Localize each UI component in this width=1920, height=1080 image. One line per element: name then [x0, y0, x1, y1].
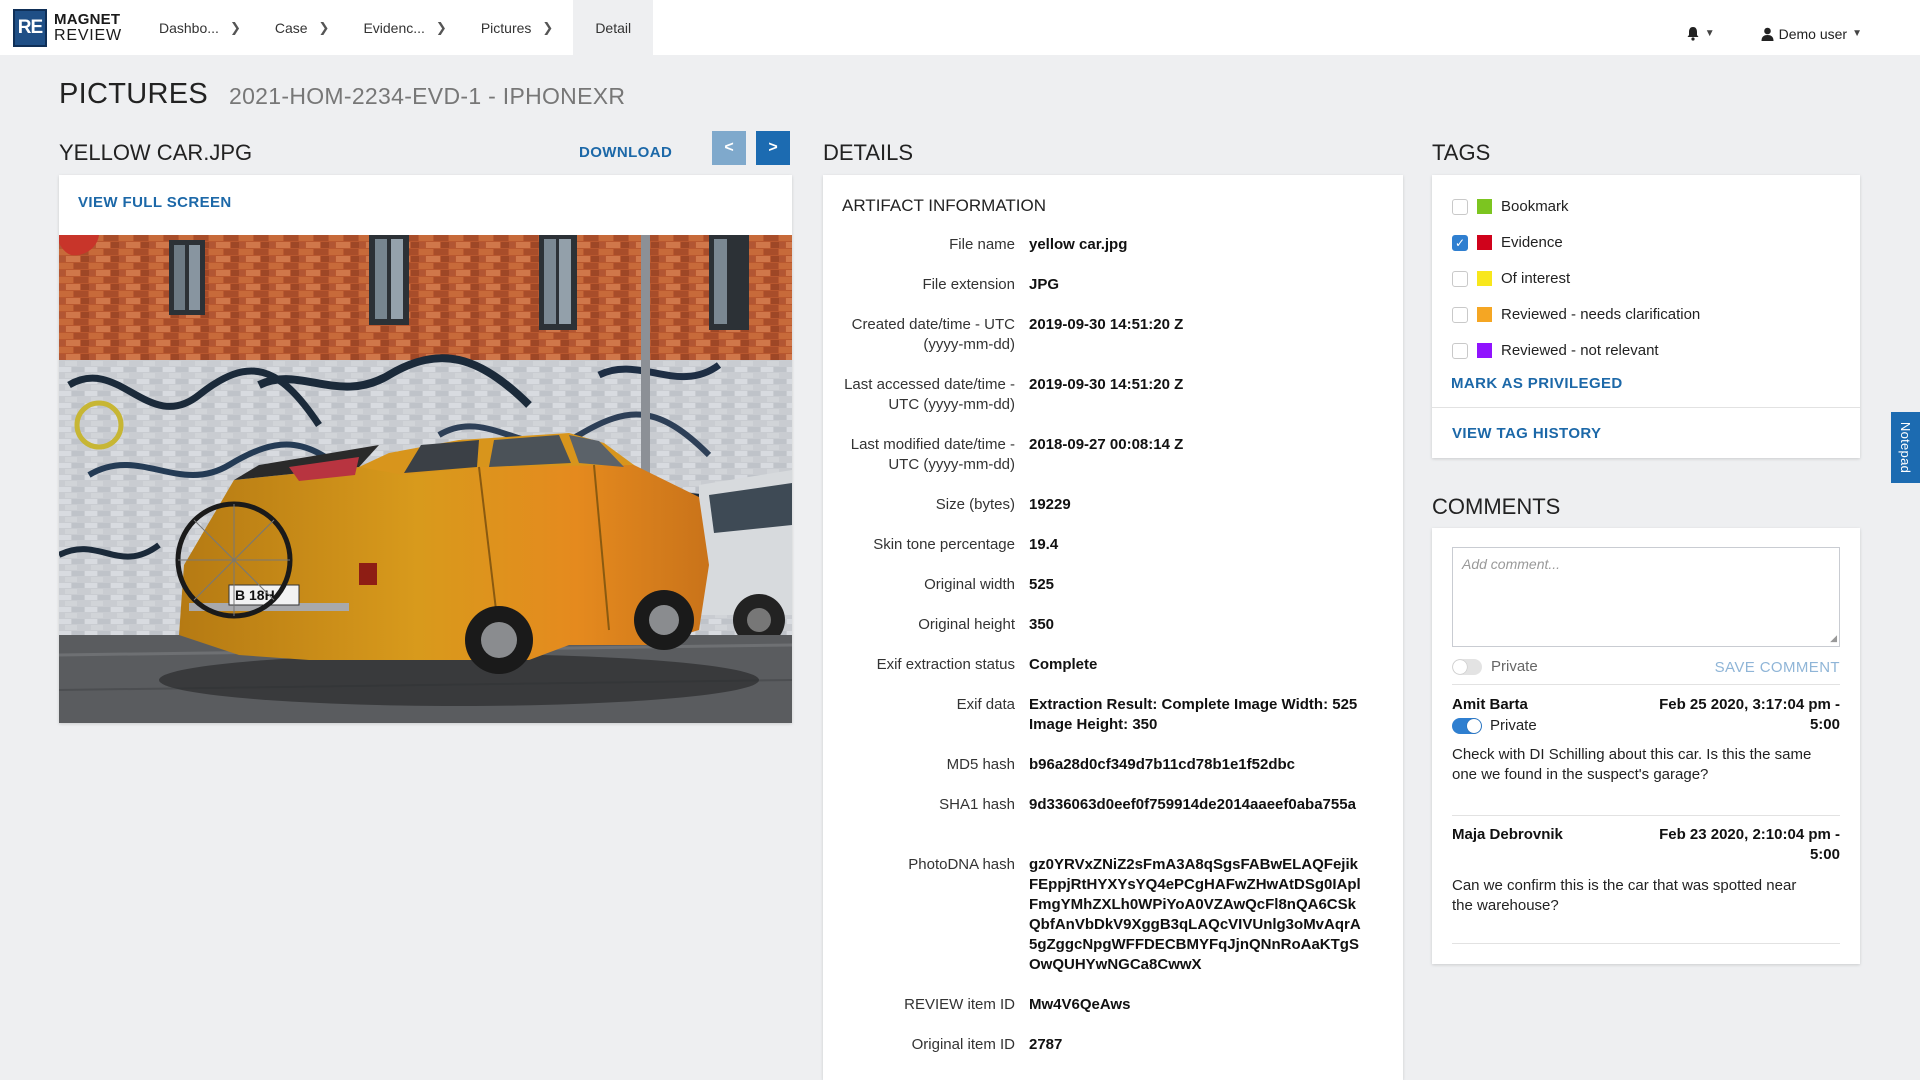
save-comment-button[interactable]: SAVE COMMENT	[1715, 659, 1840, 676]
comment-author: Maja Debrovnik	[1452, 826, 1563, 843]
chevron-right-icon: ❯	[318, 19, 330, 35]
caret-down-icon: ▼	[1852, 28, 1862, 39]
detail-row-sha1: SHA1 hash 9d336063d0eef0f759914de2014aae…	[939, 796, 1356, 813]
tag-of-interest[interactable]: Of interest	[1452, 270, 1570, 287]
tag-color-swatch	[1477, 199, 1492, 214]
detail-row-original-height: Original height 350	[918, 616, 1055, 633]
tags-title: TAGS	[1432, 140, 1491, 165]
comment-date: Feb 23 2020, 2:10:04 pm - 5:00	[1659, 826, 1840, 863]
yellow-car-photo: B 18H	[59, 235, 792, 723]
detail-row-size: Size (bytes) 19229	[935, 496, 1071, 513]
comment-text: Check with DI Schilling about this car. …	[1452, 746, 1812, 783]
private-toggle[interactable]	[1452, 658, 1482, 675]
detail-row-file-name: File name yellow car.jpg	[949, 236, 1128, 253]
breadcrumb-detail: Detail	[573, 0, 654, 55]
private-label: Private	[1491, 658, 1538, 675]
breadcrumb: Dashbo... ❯ Case ❯ Evidenc... ❯ Pictures ❯ D…	[145, 0, 654, 55]
tag-color-swatch	[1477, 343, 1492, 358]
picture-card: VIEW FULL SCREEN B 18H	[59, 175, 792, 723]
notifications-button[interactable]: ▼	[1686, 26, 1715, 41]
mark-as-privileged-button[interactable]: MARK AS PRIVILEGED	[1451, 375, 1623, 392]
detail-row-md5: MD5 hash b96a28d0cf349d7b11cd78b1e1f52db…	[946, 756, 1295, 773]
tag-color-swatch	[1477, 271, 1492, 286]
tag-reviewed-not-relevant[interactable]: Reviewed - not relevant	[1452, 342, 1659, 359]
divider	[1432, 407, 1860, 408]
chevron-right-icon: ❯	[435, 19, 447, 35]
picture-preview[interactable]: B 18H	[59, 235, 792, 723]
tag-checkbox[interactable]	[1452, 198, 1468, 215]
comments-card: Add comment... ◢ Private SAVE COMMENT Am…	[1432, 528, 1860, 964]
page-subtitle: 2021-HOM-2234-EVD-1 - IPHONEXR	[229, 83, 626, 109]
download-button[interactable]: DOWNLOAD	[579, 144, 672, 161]
comment-private-indicator: Private	[1452, 717, 1537, 734]
detail-row-last-modified: Last modified date/time - UTC (yyyy-mm-d…	[850, 436, 1184, 473]
tag-bookmark[interactable]: Bookmark	[1452, 198, 1569, 215]
user-name: Demo user	[1778, 25, 1848, 42]
page-title: PICTURES	[59, 78, 209, 110]
breadcrumb-case[interactable]: Case ❯	[261, 0, 350, 55]
breadcrumb-evidence[interactable]: Evidenc... ❯	[349, 0, 466, 55]
breadcrumb-dashboard[interactable]: Dashbo... ❯	[145, 0, 261, 55]
comment-placeholder: Add comment...	[1462, 556, 1561, 572]
chevron-right-icon: ❯	[229, 19, 241, 35]
breadcrumb-pictures[interactable]: Pictures ❯	[467, 0, 573, 55]
private-toggle-on	[1452, 717, 1482, 734]
detail-row-created: Created date/time - UTC (yyyy-mm-dd) 201…	[851, 316, 1184, 353]
check-icon: ✓	[1454, 235, 1466, 250]
divider	[1452, 943, 1840, 944]
detail-row-exif-data: Exif data Extraction Result: Complete Im…	[956, 696, 1358, 733]
logo-line-2: REVIEW	[54, 26, 122, 44]
caret-down-icon: ▼	[1704, 28, 1715, 39]
tag-checkbox[interactable]	[1452, 306, 1468, 323]
detail-row-file-extension: File extension JPG	[922, 276, 1060, 293]
picture-title: YELLOW CAR.JPG	[59, 140, 253, 165]
logo-line-1: MAGNET	[54, 10, 121, 28]
bell-icon	[1687, 27, 1699, 41]
tags-card: Bookmark ✓ Evidence Of interest Reviewed…	[1432, 175, 1860, 458]
artifact-information-heading: ARTIFACT INFORMATION	[842, 196, 1047, 215]
comment-author: Amit Barta	[1452, 696, 1528, 713]
details-card: ARTIFACT INFORMATION File name yellow ca…	[823, 175, 1403, 1080]
top-bar: RE MAGNET REVIEW Dashbo... ❯ Case ❯ Eviden…	[0, 0, 1920, 55]
view-tag-history-button[interactable]: VIEW TAG HISTORY	[1452, 425, 1601, 442]
divider	[1452, 815, 1840, 816]
view-full-screen-button[interactable]: VIEW FULL SCREEN	[78, 194, 232, 211]
user-icon	[1761, 27, 1774, 41]
comment-input[interactable]: Add comment... ◢	[1452, 547, 1840, 647]
previous-button[interactable]: <	[712, 131, 746, 165]
next-button[interactable]: >	[756, 131, 790, 165]
tag-checkbox[interactable]	[1452, 342, 1468, 359]
tag-color-swatch	[1477, 235, 1492, 250]
detail-row-photodna: PhotoDNA hash gz0YRVxZNiZ2sFmA3A8qSgsFAB…	[908, 856, 1361, 973]
notepad-tab[interactable]: Notepad	[1891, 412, 1920, 483]
resize-handle-icon[interactable]: ◢	[1830, 633, 1837, 644]
detail-row-original-width: Original width 525	[924, 576, 1055, 593]
app-logo[interactable]: RE MAGNET REVIEW	[0, 0, 145, 55]
detail-row-review-item-id: REVIEW item ID Mw4V6QeAws	[904, 996, 1131, 1013]
tag-checkbox[interactable]	[1452, 270, 1468, 287]
detail-row-last-accessed: Last accessed date/time - UTC (yyyy-mm-d…	[844, 376, 1184, 413]
private-toggle-row[interactable]: Private	[1452, 658, 1538, 675]
user-menu[interactable]: Demo user ▼	[1761, 26, 1862, 42]
divider	[1452, 684, 1840, 685]
tag-color-swatch	[1477, 307, 1492, 322]
chevron-right-icon: ❯	[542, 19, 554, 35]
comment-date: Feb 25 2020, 3:17:04 pm - 5:00	[1659, 696, 1840, 733]
tag-checkbox-checked[interactable]: ✓	[1452, 234, 1468, 251]
tag-evidence[interactable]: ✓ Evidence	[1452, 234, 1563, 251]
logo-mark: RE	[13, 8, 47, 47]
detail-row-skin-tone: Skin tone percentage 19.4	[873, 536, 1059, 553]
comments-title: COMMENTS	[1432, 494, 1561, 519]
details-title: DETAILS	[823, 140, 914, 165]
detail-row-original-item-id: Original item ID 2787	[911, 1036, 1063, 1053]
tag-reviewed-needs-clarification[interactable]: Reviewed - needs clarification	[1452, 306, 1700, 323]
comment-text: Can we confirm this is the car that was …	[1452, 877, 1797, 914]
detail-row-exif-status: Exif extraction status Complete	[876, 656, 1098, 673]
